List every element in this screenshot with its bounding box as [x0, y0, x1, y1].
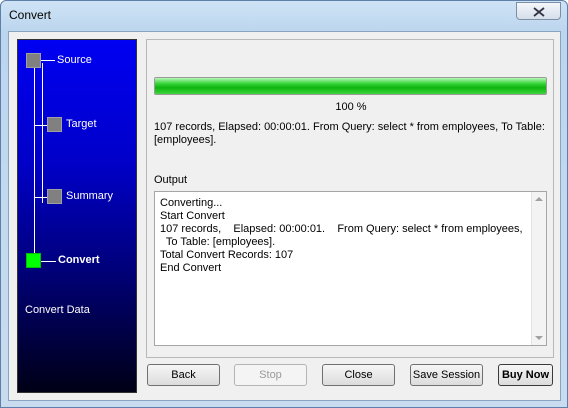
conversion-summary: 107 records, Elapsed: 00:00:01. From Que… — [154, 121, 545, 146]
step-convert-marker — [26, 253, 41, 268]
scroll-up-icon[interactable] — [535, 197, 543, 201]
step-summary-label: Summary — [66, 190, 114, 202]
convert-window: Convert Source Target Summary Convert Co… — [0, 0, 568, 408]
save-session-button[interactable]: Save Session — [410, 364, 483, 386]
step-target-marker — [47, 117, 62, 132]
step-target-label: Target — [66, 118, 97, 130]
output-log-line: Converting... — [160, 197, 223, 209]
output-log-line: To Table: [employees]. — [160, 236, 276, 248]
stop-button[interactable]: Stop — [234, 364, 307, 386]
window-close-button[interactable] — [516, 2, 561, 20]
buy-now-button[interactable]: Buy Now — [498, 364, 553, 386]
output-scrollbar[interactable] — [531, 192, 546, 345]
sidebar-caption: Convert Data — [25, 304, 90, 316]
output-log[interactable]: Converting... Start Convert 107 records, E… — [154, 191, 547, 346]
tree-connector — [34, 125, 47, 126]
output-log-line: Start Convert — [160, 210, 225, 222]
output-log-text: Converting... Start Convert 107 records, E… — [160, 197, 532, 275]
step-summary-marker — [47, 189, 62, 204]
tree-connector — [42, 63, 43, 203]
progress-bar — [154, 77, 547, 95]
back-button[interactable]: Back — [147, 364, 220, 386]
output-log-line: 107 records, Elapsed: 00:00:01. From Que… — [160, 223, 523, 235]
step-source-marker — [26, 53, 41, 68]
window-title: Convert — [9, 8, 52, 22]
tree-connector — [34, 197, 47, 198]
wizard-steps-sidebar: Source Target Summary Convert Convert Da… — [17, 39, 137, 393]
close-icon — [533, 7, 545, 17]
close-button[interactable]: Close — [322, 364, 395, 386]
scroll-down-icon[interactable] — [535, 336, 543, 340]
progress-percent: 100 % — [335, 101, 367, 113]
step-convert-label: Convert — [58, 254, 100, 266]
output-log-line: End Convert — [160, 262, 222, 274]
title-bar: Convert — [1, 1, 567, 31]
progress-bar-fill — [155, 78, 546, 94]
output-log-line: Total Convert Records: 107 — [160, 249, 294, 261]
output-label: Output — [154, 174, 188, 186]
tree-connector — [34, 63, 35, 263]
tree-connector — [41, 60, 55, 61]
convert-progress-panel: 100 % 107 records, Elapsed: 00:00:01. Fr… — [146, 39, 554, 358]
dialog-client-area: Source Target Summary Convert Convert Da… — [8, 31, 561, 401]
step-source-label: Source — [57, 54, 92, 66]
